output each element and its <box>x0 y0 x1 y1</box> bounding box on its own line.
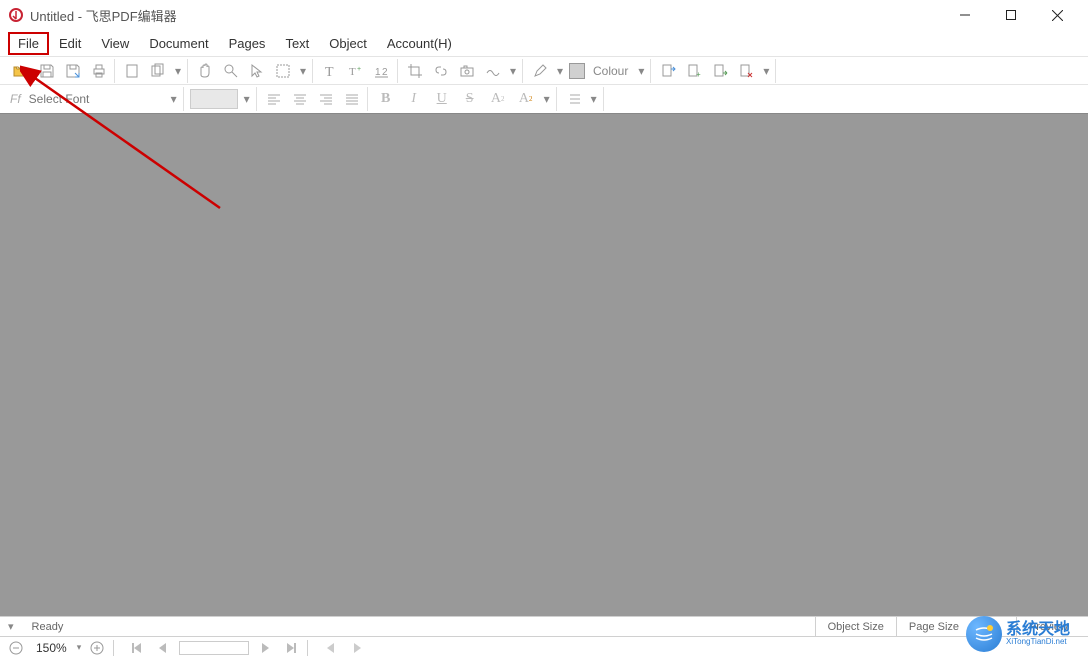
align-right-button[interactable] <box>315 88 337 110</box>
nav-back-button[interactable] <box>321 639 341 657</box>
svg-text:T: T <box>325 65 334 79</box>
text-add-tool[interactable]: T+ <box>345 60 367 82</box>
pages-dropdown[interactable]: ▾ <box>173 64 183 78</box>
colour-swatch[interactable] <box>569 63 585 79</box>
menu-account[interactable]: Account(H) <box>377 32 462 55</box>
window-controls <box>942 0 1080 30</box>
align-left-button[interactable] <box>263 88 285 110</box>
titlebar: Untitled - 飞思PDF编辑器 <box>0 0 1088 30</box>
status-ready: Ready <box>20 617 76 636</box>
print-button[interactable] <box>88 60 110 82</box>
page-import-button[interactable] <box>709 60 731 82</box>
svg-text:+: + <box>696 70 701 79</box>
strikethrough-button[interactable]: S <box>458 88 482 110</box>
menu-pages[interactable]: Pages <box>219 32 276 55</box>
pages-button[interactable] <box>147 60 169 82</box>
prev-page-button[interactable] <box>153 639 173 657</box>
menu-document[interactable]: Document <box>139 32 218 55</box>
next-page-button[interactable] <box>255 639 275 657</box>
font-dropdown[interactable]: ▾ <box>169 92 179 106</box>
page-number-input[interactable] <box>179 641 249 655</box>
svg-text:T: T <box>349 66 356 78</box>
menu-object[interactable]: Object <box>319 32 377 55</box>
maximize-button[interactable] <box>988 0 1034 30</box>
toolbar-format: Ff ▾ ▾ B I U S A2 A2 ▾ ▾ <box>0 84 1088 112</box>
workspace-area[interactable] <box>0 113 1088 616</box>
crop-tool[interactable] <box>404 60 426 82</box>
font-size-dropdown[interactable]: ▾ <box>242 92 252 106</box>
colour-label: Colour <box>589 64 632 78</box>
menu-file[interactable]: File <box>8 32 49 55</box>
pen-tool[interactable] <box>529 60 551 82</box>
text-spacing-tool[interactable]: 12 <box>371 60 393 82</box>
menu-edit[interactable]: Edit <box>49 32 91 55</box>
text-format-dropdown[interactable]: ▾ <box>542 92 552 106</box>
save-as-button[interactable] <box>62 60 84 82</box>
page-delete-button[interactable] <box>735 60 757 82</box>
status-collapse-icon[interactable]: ▾ <box>8 620 14 633</box>
redact-dropdown[interactable]: ▾ <box>508 64 518 78</box>
nav-forward-button[interactable] <box>347 639 367 657</box>
font-label-prefix: Ff <box>10 92 21 106</box>
camera-tool[interactable] <box>456 60 478 82</box>
svg-text:2: 2 <box>382 67 388 78</box>
zoom-drop-icon[interactable]: ▾ <box>77 642 82 653</box>
subscript-button[interactable]: A2 <box>514 88 538 110</box>
statusbar: ▾ Ready Object Size Page Size Preview <box>0 616 1088 636</box>
zoom-level[interactable]: 150% <box>32 641 71 655</box>
colour-dropdown[interactable]: ▾ <box>636 64 646 78</box>
watermark-en: XiTongTianDi.net <box>1006 638 1070 646</box>
menu-text[interactable]: Text <box>275 32 319 55</box>
toolbar-main: ▾ ▾ T T+ 12 ▾ ▾ Colour ▾ + ▾ <box>0 56 1088 84</box>
status-object-size: Object Size <box>815 617 896 636</box>
font-size-select[interactable] <box>190 89 238 109</box>
page-add-button[interactable]: + <box>683 60 705 82</box>
first-page-button[interactable] <box>127 639 147 657</box>
menubar: File Edit View Document Pages Text Objec… <box>0 30 1088 56</box>
export-button[interactable] <box>657 60 679 82</box>
hand-tool[interactable] <box>194 60 216 82</box>
zoom-out-button[interactable] <box>6 639 26 657</box>
superscript-button[interactable]: A2 <box>486 88 510 110</box>
link-tool[interactable] <box>430 60 452 82</box>
watermark-cn: 系统天地 <box>1006 622 1070 638</box>
select-dropdown[interactable]: ▾ <box>298 64 308 78</box>
align-center-button[interactable] <box>289 88 311 110</box>
app-icon <box>8 7 24 23</box>
font-select-input[interactable] <box>25 89 165 109</box>
align-justify-button[interactable] <box>341 88 363 110</box>
open-button[interactable] <box>10 60 32 82</box>
svg-text:1: 1 <box>375 67 381 78</box>
watermark-logo: 系统天地 XiTongTianDi.net <box>966 612 1086 656</box>
line-spacing-button[interactable] <box>563 88 585 110</box>
menu-view[interactable]: View <box>91 32 139 55</box>
bold-button[interactable]: B <box>374 88 398 110</box>
underline-button[interactable]: U <box>430 88 454 110</box>
navbar: 150% ▾ <box>0 636 1088 658</box>
window-title: Untitled - 飞思PDF编辑器 <box>30 6 942 25</box>
select-rect-tool[interactable] <box>272 60 294 82</box>
zoom-in-button[interactable] <box>87 639 107 657</box>
zoom-tool[interactable] <box>220 60 242 82</box>
save-button[interactable] <box>36 60 58 82</box>
page-button[interactable] <box>121 60 143 82</box>
svg-text:+: + <box>357 66 361 73</box>
redact-tool[interactable] <box>482 60 504 82</box>
pen-dropdown[interactable]: ▾ <box>555 64 565 78</box>
globe-icon <box>966 616 1002 652</box>
minimize-button[interactable] <box>942 0 988 30</box>
page-ops-dropdown[interactable]: ▾ <box>761 64 771 78</box>
last-page-button[interactable] <box>281 639 301 657</box>
line-spacing-dropdown[interactable]: ▾ <box>589 92 599 106</box>
italic-button[interactable]: I <box>402 88 426 110</box>
text-tool[interactable]: T <box>319 60 341 82</box>
close-button[interactable] <box>1034 0 1080 30</box>
select-tool[interactable] <box>246 60 268 82</box>
